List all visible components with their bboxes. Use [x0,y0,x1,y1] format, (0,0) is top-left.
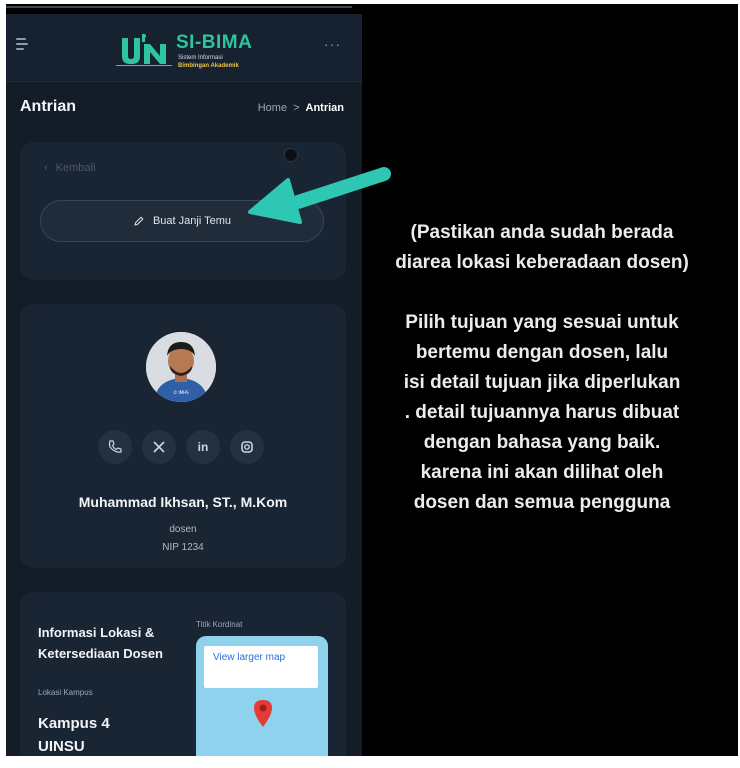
instruction-line: Pilih tujuan yang sesuai untuk [405,312,679,333]
instruction-line: . detail tujuannya harus dibuat [404,402,680,423]
instruction-overlay: (Pastikan anda sudah berada diarea lokas… [340,218,738,518]
instruction-line: dosen dan semua pengguna [413,492,671,513]
top-separator [6,6,352,8]
instruction-line: dengan bahasa yang baik. [423,432,661,453]
instruction-line: isi detail tujuan jika diperlukan [403,372,681,393]
instruction-line: diarea lokasi keberadaan dosen) [395,252,689,273]
instruction-line: (Pastikan anda sudah berada [410,222,674,243]
instruction-line: karena ini akan dilihat oleh [420,462,664,483]
instruction-line: bertemu dengan dosen, lalu [415,342,669,363]
screenshot-frame: SI-BIMA Sistem Informasi Bimbingan Akade… [6,4,738,756]
